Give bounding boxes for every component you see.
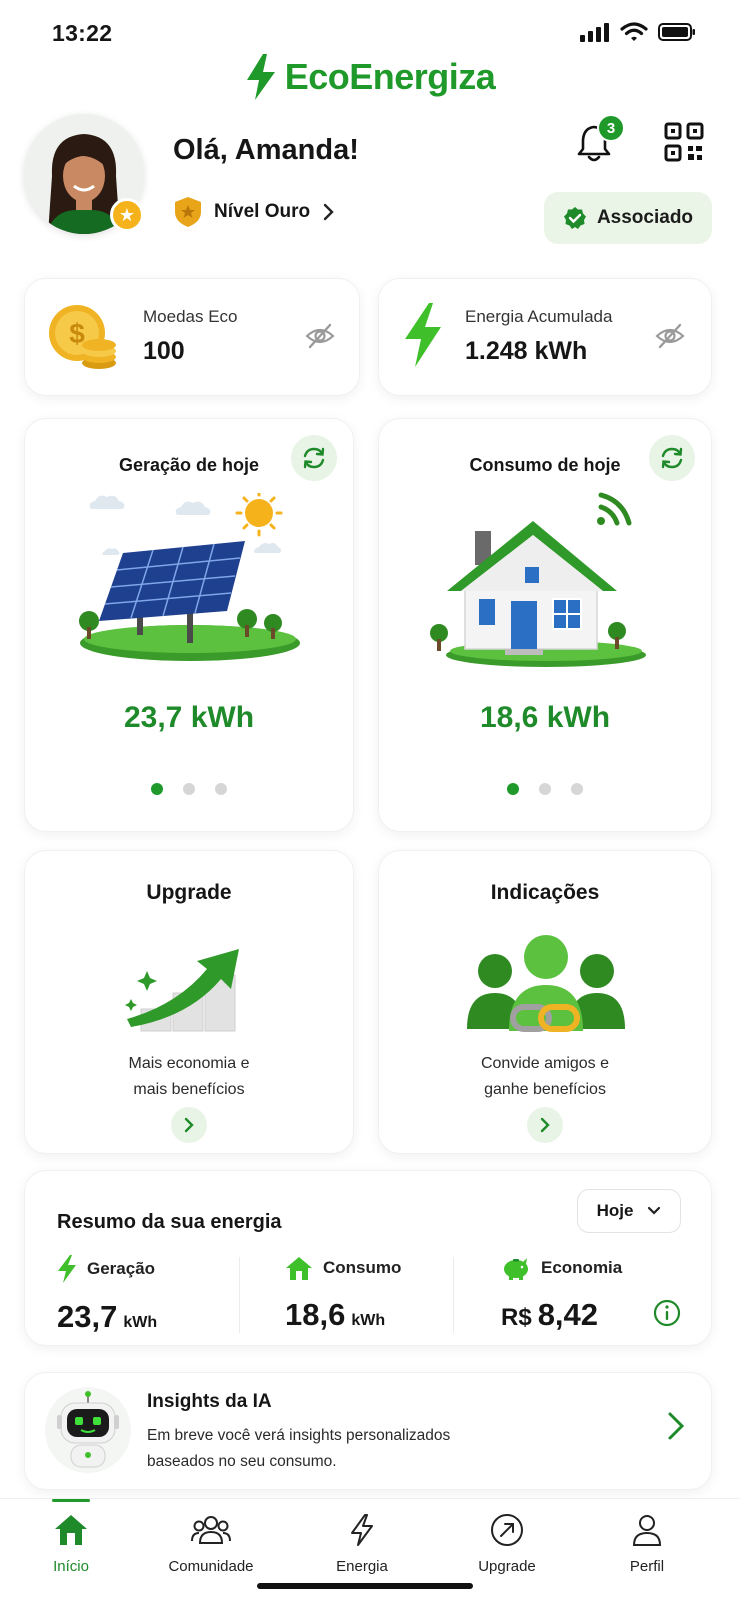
membership-label: Associado: [596, 207, 694, 228]
robot-avatar: [45, 1387, 131, 1473]
carousel-dot[interactable]: [215, 783, 227, 795]
period-select[interactable]: Hoje: [577, 1189, 681, 1233]
carousel-dot[interactable]: [571, 783, 583, 795]
card-title: Indicações: [490, 881, 600, 904]
chevron-down-icon: [648, 1206, 661, 1215]
qr-code-icon[interactable]: [664, 122, 704, 162]
card-title: Upgrade: [146, 881, 232, 904]
eye-off-icon[interactable]: [655, 321, 685, 351]
eye-off-icon[interactable]: [305, 321, 335, 351]
refresh-button[interactable]: [291, 435, 337, 481]
open-upgrade-button[interactable]: [171, 1107, 207, 1143]
open-referrals-button[interactable]: [527, 1107, 563, 1143]
nav-item-upgrade[interactable]: Upgrade: [452, 1513, 562, 1575]
app-logo: EcoEnergiza: [0, 54, 740, 100]
lightning-icon: [58, 1255, 76, 1283]
savings-amount: 8,42: [537, 1297, 599, 1332]
generation-today-card[interactable]: Geração de hoje 23,7 kWh: [24, 418, 354, 832]
card-description: Convide amigos e ganhe benefícios: [480, 1055, 610, 1098]
referral-people-icon: [467, 935, 625, 1032]
refresh-button[interactable]: [649, 435, 695, 481]
logo-lightning-icon: [246, 54, 275, 100]
carousel-dot[interactable]: [539, 783, 551, 795]
community-icon: [191, 1516, 231, 1544]
lightning-icon: [405, 303, 441, 367]
membership-badge[interactable]: Associado: [544, 192, 712, 244]
battery-icon: [658, 23, 695, 41]
refresh-icon: [303, 447, 325, 469]
carousel-dot[interactable]: [151, 783, 163, 795]
summary-generation: Geração 23,7 kWh: [57, 1255, 157, 1335]
house-illustration: [430, 492, 646, 667]
eco-coins-card[interactable]: $ Moedas Eco 100: [24, 278, 360, 396]
profile-icon: [632, 1515, 662, 1546]
status-time: 13:22: [52, 20, 113, 46]
unit: kWh: [351, 1312, 386, 1329]
growth-chart-icon: [125, 949, 239, 1032]
divider: [453, 1257, 454, 1333]
unit: kWh: [123, 1314, 158, 1331]
chevron-right-icon[interactable]: [667, 1411, 685, 1441]
level-link[interactable]: Nível Ouro: [174, 196, 334, 228]
signal-icon: [580, 23, 609, 42]
piggy-bank-icon: [504, 1258, 528, 1280]
generation-amount: 23,7: [57, 1299, 118, 1334]
home-icon: [55, 1515, 87, 1545]
energy-summary-card: Resumo da sua energia Hoje Geração 23,7 k…: [24, 1170, 712, 1346]
active-tab-indicator: [52, 1499, 90, 1502]
solar-panel-illustration: [79, 493, 300, 661]
consumption-today-card[interactable]: Consumo de hoje 18,6 kWh: [378, 418, 712, 832]
summary-title: Resumo da sua energia: [57, 1211, 282, 1233]
app-name: EcoEnergiza: [284, 56, 496, 97]
info-icon[interactable]: [653, 1299, 681, 1327]
upgrade-icon: [491, 1514, 523, 1546]
upgrade-card[interactable]: Upgrade Mais economia e mais benefícios: [24, 850, 354, 1154]
nav-item-community[interactable]: Comunidade: [156, 1513, 266, 1575]
refresh-icon: [661, 447, 683, 469]
stat-value: 100: [143, 337, 185, 365]
notification-count-badge: 3: [597, 114, 625, 142]
currency: R$: [501, 1304, 532, 1331]
chevron-right-icon: [540, 1117, 550, 1133]
accumulated-energy-card[interactable]: Energia Acumulada 1.248 kWh: [378, 278, 712, 396]
carousel-dots: [379, 783, 711, 795]
carousel-dot[interactable]: [507, 783, 519, 795]
consumption-value: 18,6 kWh: [479, 701, 611, 734]
insights-description: Em breve você verá insights personalizad…: [147, 1427, 451, 1470]
chevron-right-icon: [323, 203, 334, 221]
level-label: Nível Ouro: [214, 201, 311, 222]
summary-consumption: Consumo 18,6 kWh: [285, 1255, 401, 1333]
wifi-icon: [620, 22, 648, 41]
ai-insights-card[interactable]: Insights da IA Em breve você verá insigh…: [24, 1372, 712, 1490]
insights-title: Insights da IA: [147, 1391, 272, 1412]
carousel-dots: [25, 783, 353, 795]
verified-check-icon: [563, 207, 586, 229]
shield-icon: [175, 197, 201, 227]
stat-label: Energia Acumulada: [465, 307, 613, 326]
card-description: Mais economia e mais benefícios: [128, 1055, 250, 1098]
coins-icon: $: [49, 305, 116, 369]
stat-label: Moedas Eco: [143, 307, 238, 326]
divider: [239, 1257, 240, 1333]
carousel-dot[interactable]: [183, 783, 195, 795]
summary-savings: Economia R$ 8,42: [501, 1255, 622, 1333]
nav-item-home[interactable]: Início: [16, 1513, 126, 1575]
generation-value: 23,7 kWh: [123, 701, 255, 734]
level-star-badge: ★: [110, 198, 144, 232]
greeting: Olá, Amanda!: [173, 134, 359, 166]
chevron-right-icon: [184, 1117, 194, 1133]
referrals-card[interactable]: Indicações Convide amigos e ganhe benefí…: [378, 850, 712, 1154]
stat-value: 1.248 kWh: [465, 337, 588, 365]
status-icons: [580, 22, 696, 42]
nav-item-profile[interactable]: Perfil: [592, 1513, 702, 1575]
home-icon: [286, 1257, 312, 1280]
nav-item-energy[interactable]: Energia: [307, 1513, 417, 1575]
consumption-amount: 18,6: [285, 1297, 346, 1332]
period-value: Hoje: [596, 1201, 634, 1220]
home-indicator[interactable]: [257, 1583, 473, 1589]
lightning-icon: [351, 1514, 373, 1546]
